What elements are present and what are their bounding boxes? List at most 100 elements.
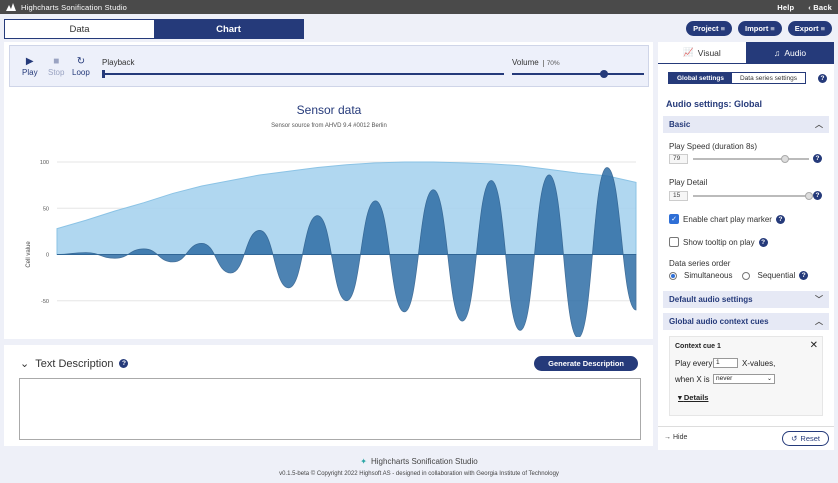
section-basic[interactable]: Basic ︿ [663, 116, 829, 133]
playback-handle[interactable] [102, 70, 105, 78]
context-cue-title: Context cue 1 [675, 343, 721, 350]
logo-icon: ✦ [360, 457, 367, 466]
help-icon[interactable]: ? [813, 154, 822, 163]
back-link[interactable]: ‹ Back [808, 3, 832, 12]
series-order-label: Data series order [669, 259, 731, 268]
chevron-down-icon: ⌄ [766, 376, 772, 382]
play-speed-input[interactable]: 79 [669, 154, 688, 164]
global-settings-button[interactable]: Global settings [669, 73, 732, 83]
logo-icon [6, 3, 16, 11]
chart-icon: 📈 [683, 47, 694, 57]
app-title: Highcharts Sonification Studio [21, 2, 128, 12]
tab-chart[interactable]: Chart [154, 20, 303, 38]
reset-label: Reset [800, 434, 820, 443]
settings-scope-toggle: Global settings Data series settings [668, 72, 807, 84]
context-cue-card: Context cue 1 ✕ Play every 1 X-values, w… [669, 336, 823, 416]
footer-brand: ✦ Highcharts Sonification Studio [0, 457, 838, 466]
chart: Sensor data Sensor source from AHVD 9.4 #… [26, 103, 637, 337]
section-default-audio[interactable]: Default audio settings ﹀ [663, 291, 829, 308]
play-speed-slider[interactable] [693, 155, 809, 163]
chevron-down-icon: ⌄ [20, 358, 30, 370]
help-icon[interactable]: ? [119, 359, 129, 368]
chevron-up-icon: ︿ [815, 317, 823, 326]
when-x-select[interactable]: never ⌄ [713, 374, 775, 384]
sequential-radio[interactable] [742, 271, 751, 280]
hide-sidebar-link[interactable]: → Hide [664, 434, 687, 441]
tab-data[interactable]: Data [5, 20, 154, 38]
volume-label: Volume 70% [512, 58, 560, 67]
footer-brand-label: Highcharts Sonification Studio [370, 457, 478, 466]
play-every-input[interactable]: 1 [713, 358, 738, 368]
text-description-panel: ⌄ Text Description ? Generate Descriptio… [4, 345, 653, 446]
play-detail-handle[interactable] [805, 192, 813, 200]
play-label: Play [22, 68, 38, 77]
series-order-radios: Simultaneous Sequential ? [669, 271, 809, 280]
stop-label: Stop [48, 68, 65, 77]
checkmark-icon: ✓ [669, 214, 679, 224]
settings-sidebar: 📈 Visual ♫ Audio Global settings Data seri… [658, 42, 834, 450]
section-context-cues-label: Global audio context cues [669, 317, 769, 326]
play-every-label: Play every [675, 359, 713, 368]
hide-label: Hide [672, 434, 688, 441]
tab-audio-label: Audio [784, 47, 807, 58]
import-button[interactable]: Import ≡ [737, 21, 782, 36]
play-detail-label: Play Detail [669, 178, 708, 187]
playback-slider[interactable] [102, 73, 504, 75]
main-tabs: Data Chart [4, 19, 304, 39]
loop-label: Loop [72, 68, 90, 77]
help-icon[interactable]: ? [813, 191, 822, 200]
chart-panel: ▶ Play ■ Stop ↻ Loop Playback Volume 70% … [4, 42, 653, 339]
x-values-label: X-values, [742, 359, 776, 368]
volume-slider[interactable] [512, 73, 644, 75]
loop-button[interactable]: ↻ Loop [72, 56, 90, 77]
loop-icon: ↻ [76, 56, 86, 67]
y-tick-label: 50 [43, 206, 49, 212]
reset-button[interactable]: ↺ Reset [782, 431, 829, 446]
enable-marker-checkbox[interactable]: ✓ Enable chart play marker? [669, 214, 785, 224]
show-tooltip-checkbox[interactable]: Show tooltip on play? [669, 237, 768, 247]
close-icon[interactable]: ✕ [810, 340, 818, 351]
tab-visual[interactable]: 📈 Visual [658, 42, 746, 63]
project-button[interactable]: Project ≡ [686, 21, 732, 36]
footer-copyright: v0.1.5-beta © Copyright 2022 Highsoft AS… [279, 471, 559, 477]
help-icon[interactable]: ? [758, 237, 768, 247]
play-detail-slider[interactable] [693, 192, 813, 200]
simultaneous-label: Simultaneous [684, 271, 733, 280]
checkbox-icon [669, 237, 679, 247]
tab-audio[interactable]: ♫ Audio [746, 42, 834, 63]
generate-description-button[interactable]: Generate Description [534, 356, 638, 371]
play-detail-input[interactable]: 15 [669, 191, 688, 201]
play-speed-label: Play Speed (duration 8s) [669, 142, 758, 151]
y-tick-label: -50 [41, 299, 49, 305]
help-icon[interactable]: ? [818, 74, 827, 83]
play-icon: ▶ [25, 56, 34, 67]
header-buttons: Project ≡ Import ≡ Export ≡ [686, 21, 832, 36]
page-footer: ✦ Highcharts Sonification Studio v0.1.5-b… [0, 452, 838, 483]
description-textarea[interactable] [19, 378, 641, 440]
sequential-label: Sequential [757, 271, 796, 280]
help-icon[interactable]: ? [799, 271, 809, 280]
volume-text: Volume [512, 58, 539, 67]
when-x-label: when X is [675, 375, 710, 384]
export-button[interactable]: Export ≡ [787, 21, 832, 36]
details-label: Details [683, 393, 709, 402]
help-icon[interactable]: ? [775, 214, 785, 224]
stop-button[interactable]: ■ Stop [48, 56, 64, 77]
enable-marker-label: Enable chart play marker [683, 214, 772, 224]
simultaneous-radio[interactable] [669, 271, 677, 280]
volume-handle[interactable] [600, 70, 609, 78]
playback-label: Playback [102, 58, 135, 67]
text-description-header[interactable]: ⌄ Text Description ? [20, 357, 129, 370]
details-toggle[interactable]: ▾ Details [678, 393, 708, 402]
play-speed-handle[interactable] [780, 155, 789, 163]
music-note-icon: ♫ [773, 47, 781, 58]
data-series-settings-button[interactable]: Data series settings [731, 73, 806, 83]
reset-icon: ↺ [791, 434, 798, 443]
player-bar: ▶ Play ■ Stop ↻ Loop Playback Volume 70% [9, 45, 649, 87]
section-context-cues[interactable]: Global audio context cues ︿ [663, 313, 829, 330]
play-button[interactable]: ▶ Play [22, 56, 38, 77]
chevron-down-icon: ﹀ [815, 295, 823, 304]
help-link[interactable]: Help [777, 3, 794, 12]
y-tick-label: 100 [40, 160, 49, 166]
volume-value: 70% [542, 60, 560, 67]
